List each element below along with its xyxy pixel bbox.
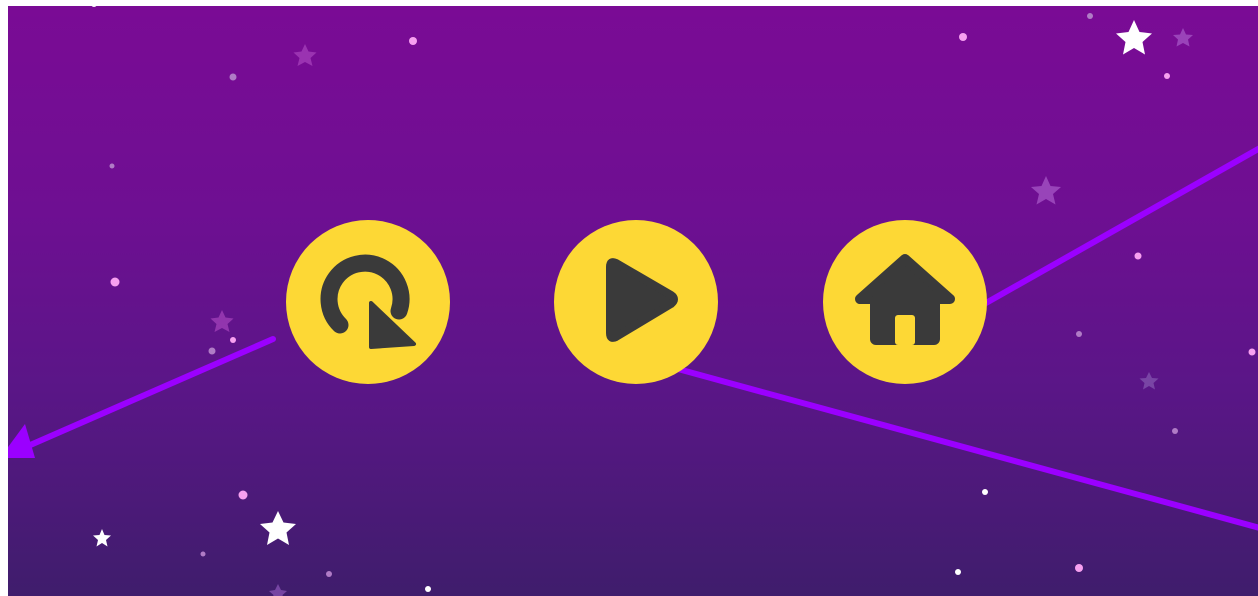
sparkle-dot [959,33,967,41]
sparkle-dot [955,569,961,575]
sparkle-dot [1076,331,1082,337]
star-icon [293,44,317,66]
pointer-line [675,366,1258,531]
sparkle-dot [1075,564,1083,572]
star-icon [93,529,111,547]
arrowhead-icon [8,424,35,458]
sparkle-dot [1087,13,1093,19]
sparkle-dot [409,37,417,45]
sparkle-dot [982,489,988,495]
sparkle-dot [200,551,206,557]
sparkle-dot [109,163,115,169]
sparkle-dot [238,490,248,500]
game-screen [8,6,1258,596]
sparkle-dot [229,73,237,81]
sparkle-dot [1172,428,1178,434]
sparkle-dot [425,586,431,592]
pointer-line [25,336,276,449]
sparkle-dot [91,6,97,7]
star-icon [210,310,234,332]
star-icon [1173,28,1193,47]
home-button[interactable] [822,219,988,385]
sparkle-dot [1248,348,1256,356]
sparkle-dot [1134,252,1142,260]
sparkle-dot [230,337,236,343]
play-button[interactable] [553,219,719,385]
sparkle-dot [1164,73,1170,79]
star-icon [1031,176,1061,205]
star-icon [1116,20,1152,55]
star-icon [269,584,287,596]
sparkle-dot [208,347,216,355]
star-icon [260,511,296,545]
pointer-line [983,145,1258,306]
restart-button[interactable] [285,219,451,385]
star-icon [1139,372,1159,390]
sparkle-dot [110,277,120,287]
sparkle-dot [326,571,332,577]
